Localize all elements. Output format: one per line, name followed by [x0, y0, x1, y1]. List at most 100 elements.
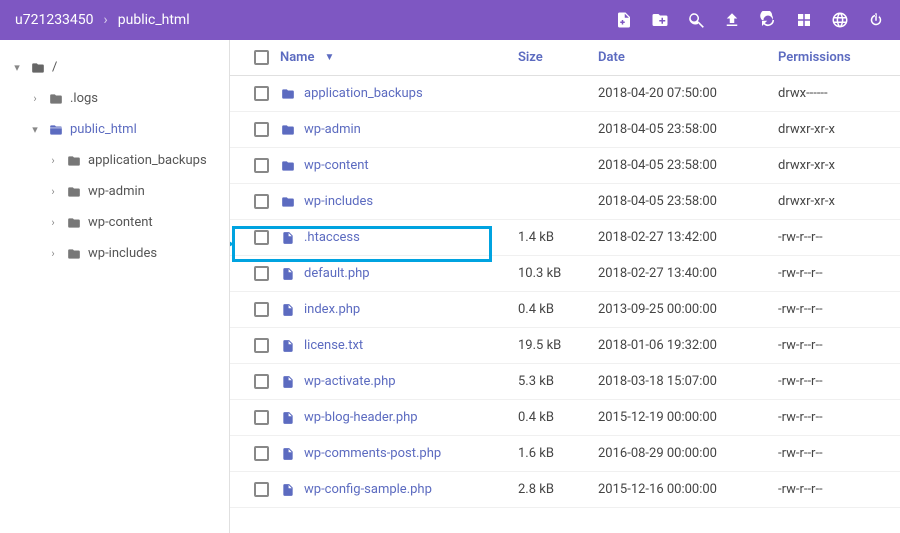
row-checkbox-cell: [242, 122, 280, 137]
table-row[interactable]: wp-comments-post.php1.6 kB2016-08-29 00:…: [230, 436, 900, 472]
row-checkbox-cell: [242, 302, 280, 317]
folder-icon: [280, 159, 296, 173]
table-row[interactable]: wp-blog-header.php0.4 kB2015-12-19 00:00…: [230, 400, 900, 436]
table-row[interactable]: default.php10.3 kB2018-02-27 13:40:00-rw…: [230, 256, 900, 292]
power-icon[interactable]: [867, 11, 885, 29]
folder-open-icon: [30, 61, 46, 75]
row-date: 2013-09-25 00:00:00: [598, 302, 778, 317]
new-folder-icon[interactable]: [651, 11, 669, 29]
table-row[interactable]: wp-admin2018-04-05 23:58:00drwxr-xr-x: [230, 112, 900, 148]
grid-icon[interactable]: [795, 11, 813, 29]
chevron-icon[interactable]: ›: [46, 185, 60, 198]
row-checkbox[interactable]: [254, 158, 269, 173]
table-header: Name▼ Size Date Permissions: [230, 40, 900, 76]
breadcrumb-root[interactable]: u721233450: [15, 12, 94, 28]
row-checkbox[interactable]: [254, 230, 269, 245]
header-size[interactable]: Size: [518, 50, 598, 65]
sidebar-item-label: wp-admin: [88, 184, 145, 199]
row-checkbox-cell: [242, 194, 280, 209]
table-row[interactable]: wp-activate.php5.3 kB2018-03-18 15:07:00…: [230, 364, 900, 400]
row-date: 2018-02-27 13:42:00: [598, 230, 778, 245]
file-listing: Name▼ Size Date Permissions application_…: [230, 40, 900, 533]
row-checkbox[interactable]: [254, 338, 269, 353]
chevron-icon[interactable]: ›: [28, 92, 42, 105]
folder-icon: [66, 185, 82, 199]
row-checkbox[interactable]: [254, 302, 269, 317]
row-name-label: .htaccess: [304, 230, 360, 245]
sidebar-item-label: application_backups: [88, 153, 207, 168]
table-row[interactable]: application_backups2018-04-20 07:50:00dr…: [230, 76, 900, 112]
row-checkbox[interactable]: [254, 446, 269, 461]
header-date[interactable]: Date: [598, 50, 778, 65]
row-checkbox-cell: [242, 86, 280, 101]
row-name-label: wp-comments-post.php: [304, 446, 441, 461]
table-row[interactable]: wp-config-sample.php2.8 kB2015-12-16 00:…: [230, 472, 900, 508]
search-icon[interactable]: [687, 11, 705, 29]
row-checkbox[interactable]: [254, 410, 269, 425]
row-name-cell[interactable]: wp-config-sample.php: [280, 482, 518, 497]
chevron-icon[interactable]: ›: [46, 216, 60, 229]
header-name[interactable]: Name▼: [280, 50, 518, 65]
sidebar-item--logs[interactable]: ›.logs: [0, 83, 229, 114]
select-all-checkbox[interactable]: [254, 50, 269, 65]
row-checkbox[interactable]: [254, 122, 269, 137]
file-icon: [280, 411, 296, 425]
sidebar-item-wp-admin[interactable]: › wp-admin: [0, 176, 229, 207]
sidebar-item-wp-content[interactable]: › wp-content: [0, 207, 229, 238]
row-name-cell[interactable]: wp-blog-header.php: [280, 410, 518, 425]
sidebar-item-application-backups[interactable]: › application_backups: [0, 145, 229, 176]
chevron-icon[interactable]: ›: [46, 154, 60, 167]
sidebar: ▾ / ›.logs ▾ public_html › application_backu…: [0, 40, 230, 533]
row-name-label: wp-activate.php: [304, 374, 396, 389]
sidebar-item-label: wp-content: [88, 215, 153, 230]
sidebar-item-wp-includes[interactable]: ›wp-includes: [0, 238, 229, 269]
tree-root[interactable]: ▾ /: [0, 52, 229, 83]
table-row[interactable]: index.php0.4 kB2013-09-25 00:00:00-rw-r-…: [230, 292, 900, 328]
new-file-icon[interactable]: [615, 11, 633, 29]
folder-icon: [280, 123, 296, 137]
sidebar-item-public-html[interactable]: ▾ public_html: [0, 114, 229, 145]
row-permissions: -rw-r--r--: [778, 374, 888, 389]
table-row[interactable]: .htaccess1.4 kB2018-02-27 13:42:00-rw-r-…: [230, 220, 900, 256]
globe-icon[interactable]: [831, 11, 849, 29]
row-checkbox-cell: [242, 482, 280, 497]
row-name-label: default.php: [304, 266, 370, 281]
file-icon: [280, 483, 296, 497]
table-row[interactable]: wp-content2018-04-05 23:58:00drwxr-xr-x: [230, 148, 900, 184]
row-name-cell[interactable]: wp-admin: [280, 122, 518, 137]
row-checkbox[interactable]: [254, 482, 269, 497]
header-permissions[interactable]: Permissions: [778, 50, 888, 65]
table-row[interactable]: wp-includes2018-04-05 23:58:00drwxr-xr-x: [230, 184, 900, 220]
row-name-cell[interactable]: application_backups: [280, 86, 518, 101]
folder-icon: [48, 123, 64, 137]
row-checkbox-cell: [242, 266, 280, 281]
row-checkbox[interactable]: [254, 374, 269, 389]
breadcrumb-current[interactable]: public_html: [118, 12, 190, 28]
row-checkbox-cell: [242, 230, 280, 245]
row-date: 2018-04-20 07:50:00: [598, 86, 778, 101]
row-size: 10.3 kB: [518, 266, 598, 281]
row-checkbox[interactable]: [254, 86, 269, 101]
chevron-icon[interactable]: ›: [46, 247, 60, 260]
row-name-cell[interactable]: wp-activate.php: [280, 374, 518, 389]
row-name-cell[interactable]: .htaccess: [280, 230, 518, 245]
chevron-icon[interactable]: ▾: [28, 123, 42, 136]
folder-icon: [66, 216, 82, 230]
row-size: 0.4 kB: [518, 410, 598, 425]
row-name-cell[interactable]: license.txt: [280, 338, 518, 353]
row-name-cell[interactable]: index.php: [280, 302, 518, 317]
row-name-cell[interactable]: wp-includes: [280, 194, 518, 209]
file-icon: [280, 375, 296, 389]
file-icon: [280, 231, 296, 245]
refresh-icon[interactable]: [759, 11, 777, 29]
upload-icon[interactable]: [723, 11, 741, 29]
row-name-cell[interactable]: wp-comments-post.php: [280, 446, 518, 461]
row-size: 1.6 kB: [518, 446, 598, 461]
row-name-cell[interactable]: default.php: [280, 266, 518, 281]
row-checkbox[interactable]: [254, 266, 269, 281]
table-row[interactable]: license.txt19.5 kB2018-01-06 19:32:00-rw…: [230, 328, 900, 364]
chevron-down-icon[interactable]: ▾: [10, 61, 24, 74]
row-name-cell[interactable]: wp-content: [280, 158, 518, 173]
sidebar-item-label: public_html: [70, 122, 137, 137]
row-checkbox[interactable]: [254, 194, 269, 209]
